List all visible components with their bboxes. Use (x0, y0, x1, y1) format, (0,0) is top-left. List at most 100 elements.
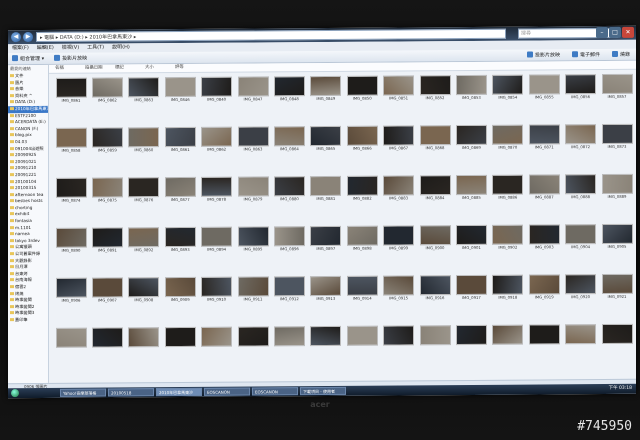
burn-button[interactable]: 燒錄 (611, 49, 630, 61)
column-rating[interactable]: 評等 (175, 64, 184, 72)
photo-thumbnail[interactable]: IMG_0868 (417, 125, 453, 151)
photo-thumbnail[interactable]: IMG_0861 (162, 126, 198, 153)
photo-thumbnail[interactable] (199, 326, 235, 353)
photo-thumbnail[interactable]: IMG_0874 (53, 177, 89, 204)
photo-thumbnail[interactable]: IMG_0859 (89, 127, 125, 153)
photo-thumbnail[interactable]: IMG_0911 (235, 276, 271, 302)
photo-thumbnail[interactable]: IMG_0866 (344, 125, 380, 152)
menu-tools[interactable]: 工具(T) (87, 44, 104, 53)
photo-thumbnail[interactable]: IMG_0863 (235, 126, 271, 152)
slideshow-button[interactable]: 投影片放映 (526, 49, 560, 61)
photo-thumbnail[interactable] (490, 324, 526, 351)
taskbar-item[interactable]: 20100518 (108, 388, 154, 397)
photo-thumbnail[interactable] (235, 326, 271, 352)
photo-thumbnail[interactable]: IMG_0883 (381, 175, 417, 201)
photo-thumbnail[interactable]: IMG_0915 (381, 275, 417, 301)
photo-thumbnail[interactable] (162, 326, 198, 353)
photo-thumbnail[interactable]: IMG_0849 (308, 75, 344, 102)
photo-thumbnail[interactable]: IMG_0865 (308, 125, 344, 152)
photo-thumbnail[interactable]: IMG_0901 (453, 224, 489, 251)
photo-thumbnail[interactable]: IMG_0889 (599, 173, 635, 200)
photo-thumbnail[interactable]: IMG_0852 (417, 75, 453, 101)
photo-thumbnail[interactable]: IMG_0860 (126, 127, 162, 153)
photo-thumbnail[interactable]: IMG_0913 (308, 275, 344, 302)
photo-thumbnail[interactable]: IMG_0900 (417, 225, 453, 251)
menu-edit[interactable]: 編輯(E) (37, 44, 54, 53)
column-tags[interactable]: 標記 (115, 64, 124, 72)
taskbar-item[interactable]: EOSCANON (204, 387, 250, 396)
photo-thumbnail[interactable]: IMG_0880 (271, 176, 307, 202)
photo-thumbnail[interactable] (89, 327, 125, 353)
photo-thumbnail[interactable] (271, 326, 307, 352)
photo-thumbnail[interactable]: IMG_0886 (490, 174, 526, 201)
photo-thumbnail[interactable]: IMG_0869 (453, 124, 489, 151)
photo-thumbnail[interactable]: IMG_0895 (235, 226, 271, 252)
photo-thumbnail[interactable]: IMG_0871 (526, 124, 562, 150)
column-size[interactable]: 大小 (145, 64, 154, 72)
photo-thumbnail[interactable] (344, 325, 380, 352)
photo-thumbnail[interactable] (453, 324, 489, 351)
photo-thumbnail[interactable] (563, 324, 599, 350)
photo-thumbnail[interactable]: IMG_0848 (271, 76, 307, 102)
photo-thumbnail[interactable]: IMG_0872 (563, 124, 599, 150)
photo-thumbnail[interactable]: IMG_0862 (199, 126, 235, 153)
photo-thumbnail[interactable]: IMG_0909 (162, 276, 198, 303)
photo-thumbnail[interactable]: IMG_0898 (344, 225, 380, 252)
photo-thumbnail[interactable]: IMG_0905 (599, 223, 635, 250)
photo-thumbnail[interactable]: IMG_0840 (199, 76, 235, 103)
photo-thumbnail[interactable]: IMG_0850 (344, 75, 380, 102)
photo-thumbnail[interactable]: IMG_0912 (271, 276, 307, 302)
photo-thumbnail[interactable]: IMG_0846 (162, 76, 198, 103)
photo-thumbnail[interactable]: IMG_0897 (308, 225, 344, 252)
menu-file[interactable]: 檔案(F) (12, 44, 29, 53)
photo-thumbnail[interactable]: IMG_0887 (526, 174, 562, 200)
photo-thumbnail[interactable]: IMG_0853 (453, 74, 489, 101)
photo-thumbnail[interactable]: IMG_0877 (162, 176, 198, 203)
address-bar[interactable]: ▸ 電腦 ▸ DATA (D:) ▸ 2010年巴拿馬東沙 ▸ (36, 28, 506, 42)
taskbar-item[interactable]: Yahoo!奇摩部落格 (60, 388, 106, 397)
photo-thumbnail[interactable]: IMG_0876 (126, 177, 162, 203)
photo-thumbnail[interactable]: IMG_0890 (53, 227, 89, 254)
photo-thumbnail[interactable]: IMG_0904 (563, 224, 599, 250)
photo-thumbnail[interactable]: IMG_0920 (563, 274, 599, 300)
photo-thumbnail[interactable]: IMG_0914 (344, 275, 380, 302)
photo-thumbnail[interactable]: IMG_0882 (344, 175, 380, 202)
photo-thumbnail[interactable]: IMG_0917 (453, 274, 489, 301)
maximize-icon[interactable]: □ (609, 26, 621, 38)
start-icon[interactable] (11, 389, 19, 398)
photo-thumbnail[interactable]: IMG_0918 (490, 274, 526, 301)
photo-thumbnail[interactable]: IMG_0899 (381, 225, 417, 251)
photo-thumbnail[interactable] (308, 325, 344, 352)
back-icon[interactable]: ◀ (11, 32, 21, 43)
photo-thumbnail[interactable]: IMG_0855 (526, 74, 562, 100)
photo-thumbnail[interactable]: IMG_0908 (126, 277, 162, 303)
photo-thumbnail[interactable]: IMG_0878 (199, 176, 235, 203)
email-button[interactable]: 電子郵件 (571, 49, 600, 61)
sidebar-item[interactable]: 蓋印筆 (8, 317, 48, 324)
photo-thumbnail[interactable]: IMG_0893 (162, 226, 198, 253)
photo-thumbnail[interactable]: IMG_0916 (417, 275, 453, 301)
photo-thumbnail[interactable]: IMG_0858 (53, 127, 89, 154)
photo-thumbnail[interactable]: IMG_0885 (453, 174, 489, 201)
photo-thumbnail[interactable]: IMG_0847 (235, 76, 271, 102)
photo-thumbnail[interactable] (381, 325, 417, 351)
photo-thumbnail[interactable]: IMG_0856 (563, 74, 599, 100)
photo-thumbnail[interactable]: IMG_0862 (89, 77, 125, 103)
forward-icon[interactable]: ▶ (23, 32, 33, 43)
photo-thumbnail[interactable]: IMG_0854 (490, 74, 526, 101)
photo-thumbnail[interactable]: IMG_0891 (89, 227, 125, 253)
photo-thumbnail[interactable]: IMG_0879 (235, 176, 271, 202)
photo-thumbnail[interactable] (53, 327, 89, 354)
photo-thumbnail[interactable]: IMG_0873 (599, 123, 635, 150)
photo-thumbnail[interactable]: IMG_0902 (490, 224, 526, 251)
photo-thumbnail[interactable]: IMG_0863 (126, 77, 162, 103)
taskbar-item[interactable]: EOSCANON (252, 387, 298, 396)
photo-thumbnail[interactable]: IMG_0906 (53, 277, 89, 304)
taskbar-item[interactable]: 下載項目 - 使用者 (300, 386, 346, 396)
menu-view[interactable]: 檢視(V) (62, 44, 79, 53)
organize-button[interactable]: 組合管理 ▾ (12, 53, 44, 65)
slideshow-left-button[interactable]: 投影片放映 (54, 53, 87, 65)
photo-thumbnail[interactable] (526, 324, 562, 350)
taskbar-item[interactable]: 2010年巴拿馬東沙 (156, 387, 202, 397)
photo-thumbnail[interactable]: IMG_0894 (199, 226, 235, 253)
